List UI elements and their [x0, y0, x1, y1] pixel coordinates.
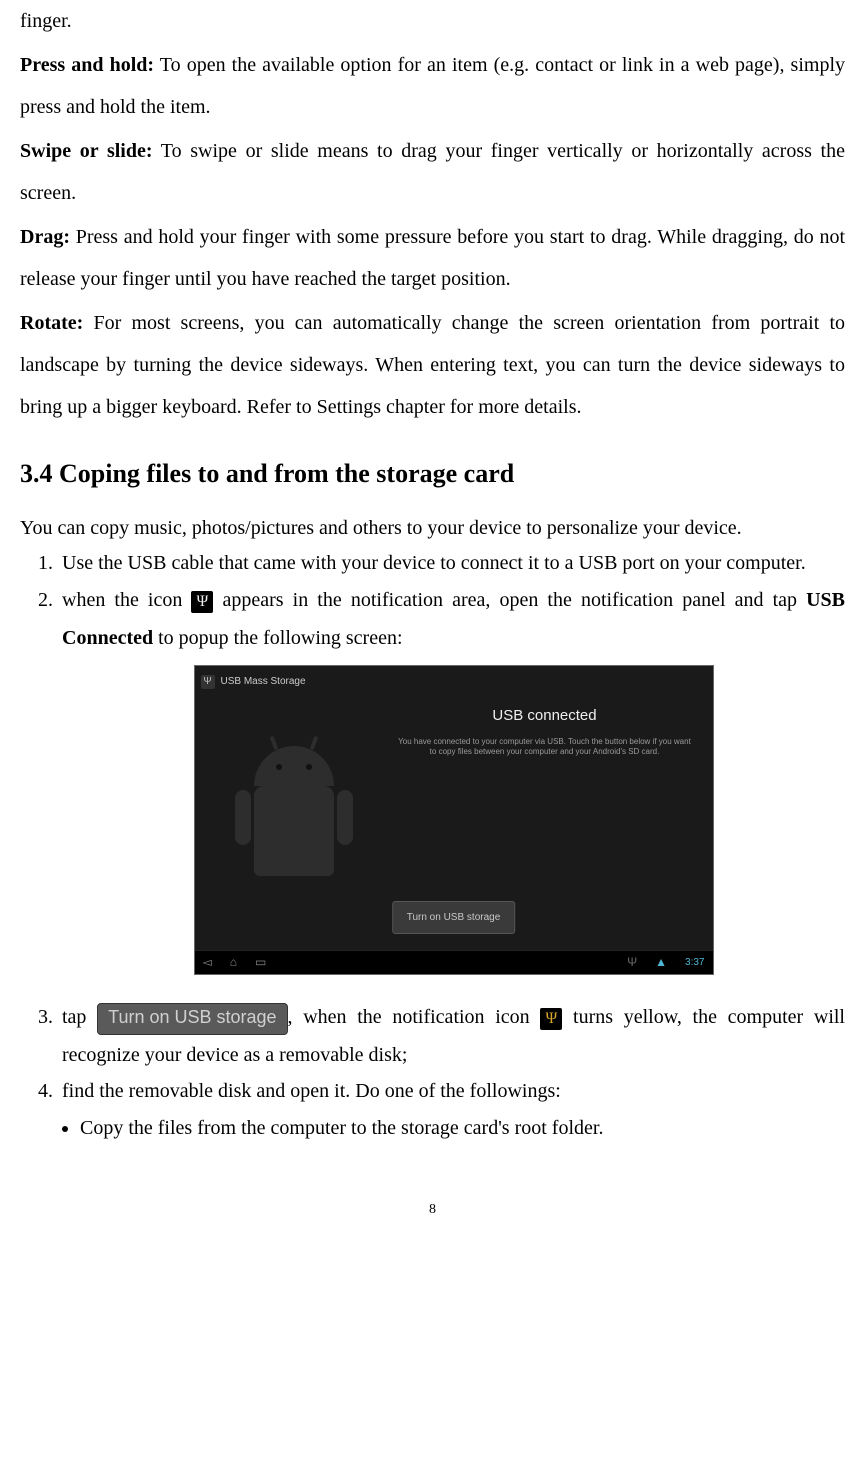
section-heading: 3.4 Coping files to and from the storage…: [20, 456, 845, 492]
ss-navbar: ◅ ⌂ ▭ Ψ ▲ 3:37: [195, 950, 713, 974]
section-intro: You can copy music, photos/pictures and …: [20, 514, 845, 542]
swipe-label: Swipe or slide:: [20, 140, 153, 162]
nav-recent-icon[interactable]: ▭: [255, 951, 266, 974]
usb-screenshot: Ψ USB Mass Storage USB connected You hav…: [194, 665, 714, 975]
gesture-press-hold: Press and hold: To open the available op…: [20, 44, 845, 128]
step-2-text-b: appears in the notification area, open t…: [213, 589, 806, 611]
usb-icon: [191, 591, 213, 613]
step-2-text-c: to popup the following screen:: [153, 627, 402, 649]
step-2: when the icon appears in the notificatio…: [58, 581, 845, 988]
nav-home-icon[interactable]: ⌂: [230, 951, 237, 974]
ss-content: USB connected You have connected to your…: [395, 702, 695, 757]
step-2-text-a: when the icon: [62, 589, 191, 611]
gesture-swipe: Swipe or slide: To swipe or slide means …: [20, 130, 845, 214]
step-4: find the removable disk and open it. Do …: [58, 1076, 845, 1107]
nav-clock: 3:37: [685, 953, 704, 972]
bullet-copy-files: Copy the files from the computer to the …: [80, 1109, 845, 1147]
nav-back-icon[interactable]: ◅: [203, 951, 212, 974]
gesture-rotate: Rotate: For most screens, you can automa…: [20, 302, 845, 428]
gesture-drag: Drag: Press and hold your finger with so…: [20, 216, 845, 300]
ss-usb-mini-icon: Ψ: [201, 675, 215, 689]
step-3-text-a: tap: [62, 1006, 97, 1028]
rotate-text: For most screens, you can automatically …: [20, 312, 845, 418]
ss-heading: USB connected: [395, 702, 695, 731]
page-number: 8: [20, 1195, 845, 1240]
sub-bullets: Copy the files from the computer to the …: [20, 1109, 845, 1147]
android-robot-icon: [239, 746, 349, 906]
ss-title: USB Mass Storage: [221, 672, 306, 691]
nav-usb-icon: Ψ: [627, 951, 637, 974]
step-1: Use the USB cable that came with your de…: [58, 548, 845, 579]
usb-screenshot-wrap: Ψ USB Mass Storage USB connected You hav…: [62, 665, 845, 988]
usb-icon-yellow: [540, 1008, 562, 1030]
step-3-text-b: , when the notification icon: [288, 1006, 541, 1028]
nav-wifi-icon: ▲: [655, 951, 667, 974]
gesture-finger-fragment: finger.: [20, 0, 845, 42]
rotate-label: Rotate:: [20, 312, 83, 334]
press-hold-label: Press and hold:: [20, 54, 154, 76]
drag-text: Press and hold your finger with some pre…: [20, 226, 845, 290]
ss-titlebar: Ψ USB Mass Storage: [201, 672, 306, 691]
ss-subtext: You have connected to your computer via …: [395, 737, 695, 758]
turn-on-usb-storage-button[interactable]: Turn on USB storage: [97, 1003, 287, 1035]
drag-label: Drag:: [20, 226, 70, 248]
step-3: tap Turn on USB storage, when the notifi…: [58, 998, 845, 1074]
ss-turn-on-usb-button[interactable]: Turn on USB storage: [392, 901, 516, 934]
steps-list: Use the USB cable that came with your de…: [20, 548, 845, 1107]
